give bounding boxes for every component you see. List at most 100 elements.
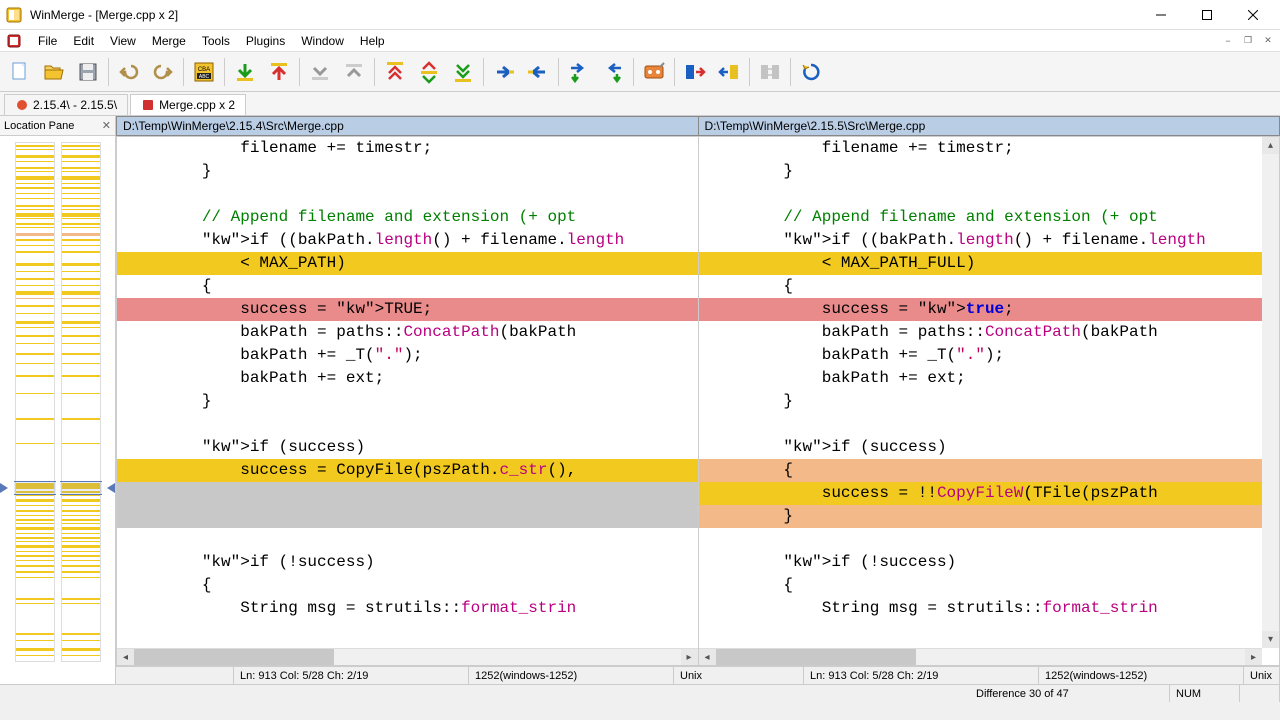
right-code-pane[interactable]: filename += timestr; } // Append filenam…	[699, 136, 1280, 666]
code-line[interactable]: success = !!CopyFileW(TFile(pszPath	[699, 482, 1280, 505]
new-button[interactable]	[4, 56, 36, 88]
location-pane-close-icon[interactable]: ✕	[102, 119, 111, 132]
scroll-right-icon[interactable]: ▸	[681, 649, 698, 666]
menu-window[interactable]: Window	[293, 32, 352, 50]
undo-button[interactable]	[113, 56, 145, 88]
refresh-button[interactable]	[795, 56, 827, 88]
code-line[interactable]	[117, 505, 698, 528]
code-line[interactable]	[699, 413, 1280, 436]
menu-merge[interactable]: Merge	[144, 32, 194, 50]
left-code-pane[interactable]: filename += timestr; } // Append filenam…	[116, 136, 699, 666]
code-line[interactable]: // Append filename and extension (+ opt	[699, 206, 1280, 229]
code-line[interactable]: bakPath += ext;	[699, 367, 1280, 390]
code-line[interactable]: String msg = strutils::format_strin	[117, 597, 698, 620]
mdi-minimize-button[interactable]: −	[1220, 33, 1236, 49]
pane-status-bar: Ln: 913 Col: 5/28 Ch: 2/19 1252(windows-…	[116, 666, 1280, 684]
code-line[interactable]: "kw">if (!success)	[699, 551, 1280, 574]
code-line[interactable]: {	[117, 275, 698, 298]
code-line[interactable]	[117, 482, 698, 505]
redo-button[interactable]	[147, 56, 179, 88]
code-line[interactable]: "kw">if ((bakPath.length() + filename.le…	[117, 229, 698, 252]
swap-button[interactable]	[754, 56, 786, 88]
all-left-button[interactable]	[713, 56, 745, 88]
menu-view[interactable]: View	[102, 32, 144, 50]
scroll-right-icon[interactable]: ▸	[1245, 649, 1262, 666]
open-button[interactable]	[38, 56, 70, 88]
menu-help[interactable]: Help	[352, 32, 393, 50]
prev-diff-button[interactable]	[263, 56, 295, 88]
left-hscrollbar[interactable]: ◂ ▸	[117, 648, 698, 665]
save-button[interactable]	[72, 56, 104, 88]
first-diff-button[interactable]	[379, 56, 411, 88]
tab-folder-compare[interactable]: 2.15.4\ - 2.15.5\	[4, 94, 128, 115]
next-diff-down-button[interactable]	[304, 56, 336, 88]
copy-right-button[interactable]	[488, 56, 520, 88]
code-line[interactable]: }	[699, 505, 1280, 528]
code-line[interactable]: bakPath += _T(".");	[117, 344, 698, 367]
scroll-up-icon[interactable]: ▴	[1262, 137, 1279, 154]
right-vscrollbar[interactable]: ▴ ▾	[1262, 137, 1279, 648]
code-line[interactable]: }	[117, 160, 698, 183]
location-strip-right[interactable]	[61, 142, 101, 662]
menu-plugins[interactable]: Plugins	[238, 32, 293, 50]
document-tabs: 2.15.4\ - 2.15.5\ Merge.cpp x 2	[0, 92, 1280, 116]
tab-file-compare[interactable]: Merge.cpp x 2	[130, 94, 246, 115]
location-strip-left[interactable]	[15, 142, 55, 662]
scroll-left-icon[interactable]: ◂	[699, 649, 716, 666]
code-line[interactable]: success = "kw">TRUE;	[117, 298, 698, 321]
code-line[interactable]: success = CopyFile(pszPath.c_str(),	[117, 459, 698, 482]
maximize-button[interactable]	[1184, 0, 1230, 30]
copy-right-advance-button[interactable]	[563, 56, 595, 88]
menu-edit[interactable]: Edit	[65, 32, 102, 50]
code-line[interactable]: < MAX_PATH)	[117, 252, 698, 275]
code-line[interactable]: }	[117, 390, 698, 413]
code-line[interactable]: "kw">if (success)	[117, 436, 698, 459]
svg-text:CBA: CBA	[198, 67, 210, 73]
code-line[interactable]: success = "kw">true;	[699, 298, 1280, 321]
mdi-close-button[interactable]: ✕	[1260, 33, 1276, 49]
minimize-button[interactable]	[1138, 0, 1184, 30]
next-diff-button[interactable]	[229, 56, 261, 88]
code-line[interactable]: bakPath += ext;	[117, 367, 698, 390]
copy-left-button[interactable]	[522, 56, 554, 88]
options-button[interactable]	[638, 56, 670, 88]
code-line[interactable]: }	[699, 390, 1280, 413]
code-line[interactable]: "kw">if (success)	[699, 436, 1280, 459]
code-line[interactable]: bakPath = paths::ConcatPath(bakPath	[699, 321, 1280, 344]
encoding-button[interactable]: CBAABC	[188, 56, 220, 88]
code-line[interactable]: {	[699, 275, 1280, 298]
code-line[interactable]: bakPath += _T(".");	[699, 344, 1280, 367]
code-line[interactable]: "kw">if (!success)	[117, 551, 698, 574]
right-file-path: D:\Temp\WinMerge\2.15.5\Src\Merge.cpp	[699, 116, 1280, 136]
code-line[interactable]: filename += timestr;	[699, 137, 1280, 160]
code-line[interactable]: filename += timestr;	[117, 137, 698, 160]
scroll-left-icon[interactable]: ◂	[117, 649, 134, 666]
code-line[interactable]: {	[117, 574, 698, 597]
code-line[interactable]	[699, 183, 1280, 206]
last-diff-button[interactable]	[447, 56, 479, 88]
code-line[interactable]: bakPath = paths::ConcatPath(bakPath	[117, 321, 698, 344]
code-line[interactable]: String msg = strutils::format_strin	[699, 597, 1280, 620]
code-line[interactable]: "kw">if ((bakPath.length() + filename.le…	[699, 229, 1280, 252]
current-diff-button[interactable]	[413, 56, 445, 88]
code-line[interactable]	[117, 413, 698, 436]
code-line[interactable]: // Append filename and extension (+ opt	[117, 206, 698, 229]
right-hscrollbar[interactable]: ◂ ▸	[699, 648, 1263, 665]
close-button[interactable]	[1230, 0, 1276, 30]
scroll-down-icon[interactable]: ▾	[1262, 631, 1279, 648]
code-line[interactable]	[117, 183, 698, 206]
right-status-pos: Ln: 913 Col: 5/28 Ch: 2/19	[804, 667, 1039, 684]
mdi-restore-button[interactable]: ❐	[1240, 33, 1256, 49]
copy-left-advance-button[interactable]	[597, 56, 629, 88]
prev-diff-up-button[interactable]	[338, 56, 370, 88]
code-line[interactable]: }	[699, 160, 1280, 183]
code-line[interactable]: {	[699, 574, 1280, 597]
location-pane-body[interactable]	[0, 136, 115, 684]
all-right-button[interactable]	[679, 56, 711, 88]
code-line[interactable]	[699, 528, 1280, 551]
menu-file[interactable]: File	[30, 32, 65, 50]
code-line[interactable]: {	[699, 459, 1280, 482]
menu-tools[interactable]: Tools	[194, 32, 238, 50]
code-line[interactable]: < MAX_PATH_FULL)	[699, 252, 1280, 275]
code-line[interactable]	[117, 528, 698, 551]
